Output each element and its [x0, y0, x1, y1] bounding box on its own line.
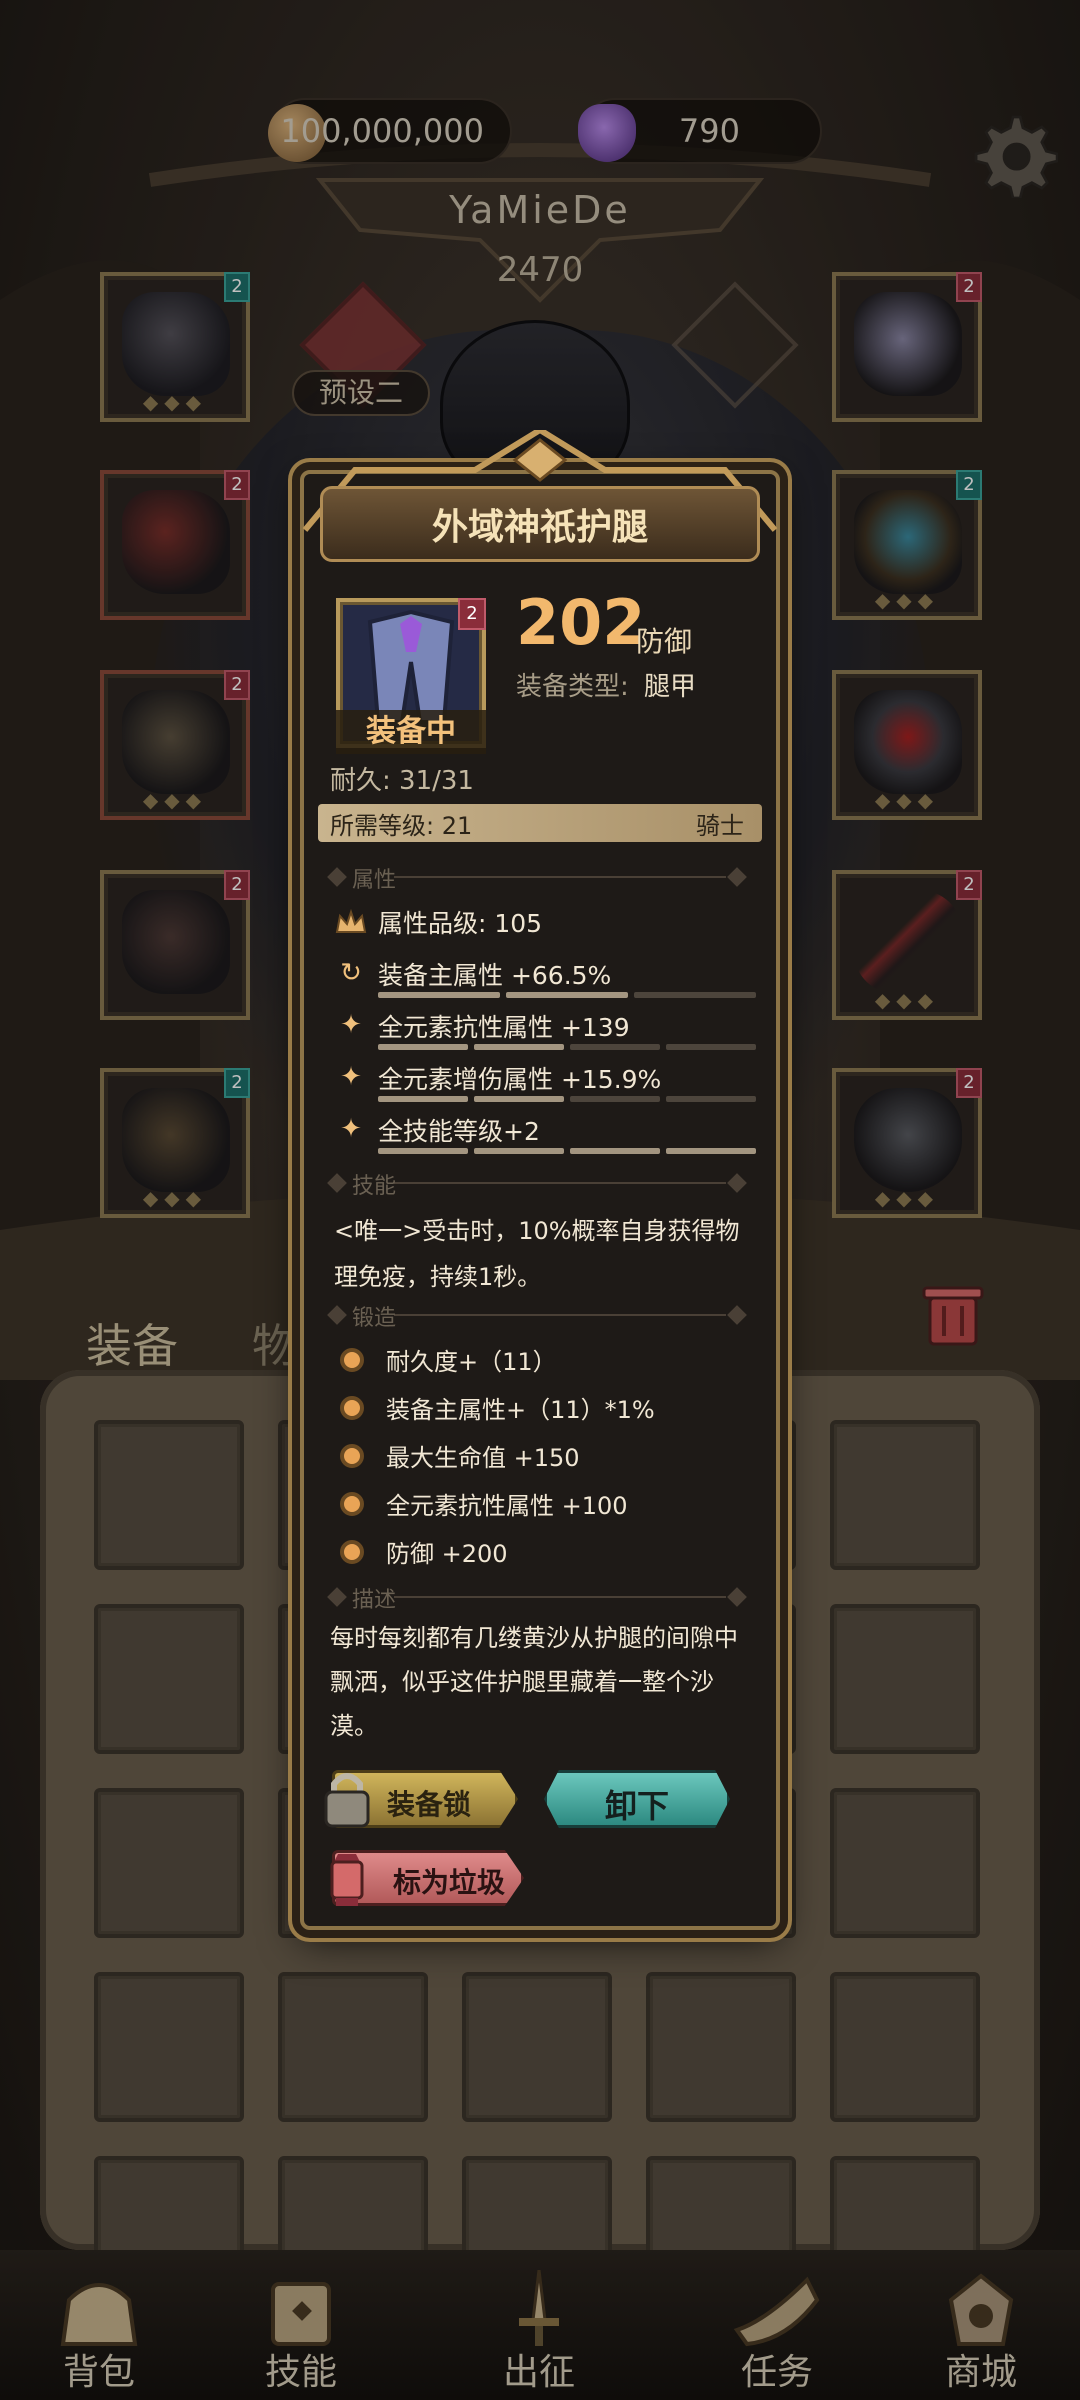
forge-text: 全元素抗性属性 +100 [386, 1492, 628, 1520]
forge-row: 耐久度+（11） [336, 1340, 756, 1380]
attribute-roll-bar [378, 992, 756, 998]
forge-text: 耐久度+（11） [386, 1348, 557, 1376]
section-header-skills: 技能 [327, 1168, 750, 1199]
button-label: 标为垃圾 [393, 1866, 506, 1899]
attribute-roll-bar [378, 1096, 756, 1102]
forge-dot-icon [340, 1444, 364, 1468]
section-header-attributes: 属性 [327, 862, 750, 893]
equipment-type-label: 装备类型: [516, 672, 629, 702]
required-level: 所需等级: 21 [330, 812, 473, 840]
item-name: 外域神祇护腿 [431, 507, 648, 548]
forge-row: 全元素抗性属性 +100 [336, 1484, 756, 1524]
cycle-icon: ↻ [340, 958, 362, 988]
equipped-badge: 装备中 [336, 710, 486, 754]
attribute-roll-bar [378, 1044, 756, 1050]
attribute-text: 装备主属性 +66.5% [378, 961, 612, 990]
forge-dot-icon [340, 1348, 364, 1372]
defense-label: 防御 [636, 625, 693, 658]
forge-row: 最大生命值 +150 [336, 1436, 756, 1476]
equipment-type-value: 腿甲 [644, 672, 697, 702]
forge-text: 防御 +200 [386, 1540, 508, 1568]
button-label: 卸下 [604, 1787, 669, 1825]
divider [394, 876, 726, 878]
attribute-roll-bar [378, 1148, 756, 1154]
forge-row: 装备主属性+（11）*1% [336, 1388, 756, 1428]
diamond-icon [327, 867, 347, 887]
forge-row: 防御 +200 [336, 1532, 756, 1572]
diamond-icon [327, 1173, 347, 1193]
attribute-row: ↻ 装备主属性 +66.5% [330, 954, 760, 1004]
star-icon: ✦ [340, 1062, 362, 1092]
forge-text: 最大生命值 +150 [386, 1444, 580, 1472]
diamond-icon [727, 1173, 747, 1193]
defense-value: 202 [516, 586, 646, 659]
padlock-icon [324, 1773, 370, 1828]
skill-description: <唯一>受击时，10%概率自身获得物理免疫，持续1秒。 [334, 1217, 740, 1291]
attribute-row: ✦ 全元素增伤属性 +15.9% [330, 1058, 760, 1108]
tier-badge: 2 [458, 598, 486, 630]
diamond-icon [327, 1587, 347, 1607]
attribute-text: 全元素抗性属性 +139 [378, 1013, 630, 1042]
forge-text: 装备主属性+（11）*1% [386, 1396, 655, 1424]
divider [394, 1314, 726, 1316]
attribute-text: 全元素增伤属性 +15.9% [378, 1065, 662, 1094]
button-label: 装备锁 [387, 1788, 472, 1821]
crown-icon [335, 908, 367, 933]
unequip-button[interactable]: 卸下 [544, 1770, 730, 1828]
star-icon: ✦ [340, 1010, 362, 1040]
lantern-icon [330, 1854, 364, 1906]
star-icon: ✦ [340, 1114, 362, 1144]
required-class: 骑士 [696, 812, 744, 840]
durability: 耐久: 31/31 [330, 766, 474, 796]
section-title: 属性 [352, 868, 397, 893]
attribute-row: ✦ 全元素抗性属性 +139 [330, 1006, 760, 1056]
attribute-row: ✦ 全技能等级+2 [330, 1110, 760, 1160]
section-header-forging: 锻造 [327, 1300, 750, 1331]
forge-dot-icon [340, 1492, 364, 1516]
section-title: 锻造 [352, 1306, 397, 1331]
section-title: 技能 [352, 1174, 397, 1199]
attribute-row: 属性品级: 105 [330, 902, 760, 952]
forge-dot-icon [340, 1540, 364, 1564]
section-header-description: 描述 [327, 1582, 750, 1613]
item-flavor-text: 每时每刻都有几缕黄沙从护腿的间隙中飘洒，似乎这件护腿里藏着一整个沙漠。 [330, 1624, 738, 1740]
section-title: 描述 [352, 1588, 397, 1613]
diamond-icon [727, 867, 747, 887]
forge-dot-icon [340, 1396, 364, 1420]
divider [394, 1182, 726, 1184]
diamond-icon [727, 1305, 747, 1325]
diamond-icon [727, 1587, 747, 1607]
diamond-icon [327, 1305, 347, 1325]
attribute-text: 全技能等级+2 [378, 1117, 540, 1146]
divider [394, 1596, 726, 1598]
attribute-text: 属性品级: 105 [378, 909, 543, 938]
